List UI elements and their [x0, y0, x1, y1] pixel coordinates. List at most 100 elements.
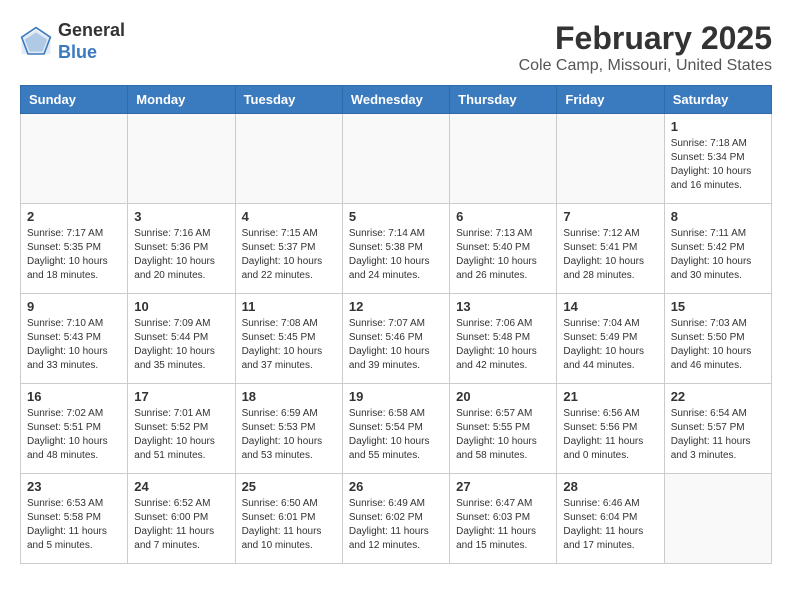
- calendar-day-cell: [557, 114, 664, 204]
- calendar-subtitle: Cole Camp, Missouri, United States: [519, 57, 772, 75]
- day-info: Sunrise: 6:58 AM Sunset: 5:54 PM Dayligh…: [349, 407, 443, 463]
- calendar-day-cell: 10Sunrise: 7:09 AM Sunset: 5:44 PM Dayli…: [128, 294, 235, 384]
- calendar-week-row: 2 Sunrise: 7:17 AM Sunset: 5:35 PM Daylig…: [21, 204, 772, 294]
- calendar-day-cell: [235, 114, 342, 204]
- day-info: Sunrise: 7:14 AM Sunset: 5:38 PM Dayligh…: [349, 227, 443, 283]
- calendar-header-row: SundayMondayTuesdayWednesdayThursdayFrid…: [21, 86, 772, 114]
- day-info: Sunrise: 7:18 AM Sunset: 5:34 PM Dayligh…: [671, 137, 765, 193]
- calendar-day-cell: 21 Sunrise: 6:56 AM Sunset: 5:56 PM Dayli…: [557, 384, 664, 474]
- day-number: 6: [456, 209, 550, 224]
- day-info: Sunrise: 7:15 AM Sunset: 5:37 PM Dayligh…: [242, 227, 336, 283]
- day-number: 11: [242, 299, 336, 314]
- calendar-day-cell: [21, 114, 128, 204]
- day-number: 22: [671, 389, 765, 404]
- calendar-day-cell: 16 Sunrise: 7:02 AM Sunset: 5:51 PM Dayli…: [21, 384, 128, 474]
- title-block: February 2025 Cole Camp, Missouri, Unite…: [519, 20, 772, 75]
- calendar-day-cell: 3 Sunrise: 7:16 AM Sunset: 5:36 PM Daylig…: [128, 204, 235, 294]
- day-number: 14: [563, 299, 657, 314]
- calendar-day-cell: [450, 114, 557, 204]
- calendar-day-cell: 15 Sunrise: 7:03 AM Sunset: 5:50 PM Dayli…: [664, 294, 771, 384]
- day-number: 24: [134, 479, 228, 494]
- logo-blue: Blue: [58, 42, 97, 62]
- calendar-week-row: 1 Sunrise: 7:18 AM Sunset: 5:34 PM Daylig…: [21, 114, 772, 204]
- calendar-day-cell: 25Sunrise: 6:50 AM Sunset: 6:01 PM Dayli…: [235, 474, 342, 564]
- day-number: 9: [27, 299, 121, 314]
- day-number: 1: [671, 119, 765, 134]
- day-info: Sunrise: 7:03 AM Sunset: 5:50 PM Dayligh…: [671, 317, 765, 373]
- weekday-header: Sunday: [21, 86, 128, 114]
- calendar-day-cell: [128, 114, 235, 204]
- day-number: 2: [27, 209, 121, 224]
- calendar-day-cell: 11 Sunrise: 7:08 AM Sunset: 5:45 PM Dayli…: [235, 294, 342, 384]
- calendar-day-cell: [664, 474, 771, 564]
- day-info: Sunrise: 7:08 AM Sunset: 5:45 PM Dayligh…: [242, 317, 336, 373]
- calendar-week-row: 23 Sunrise: 6:53 AM Sunset: 5:58 PM Dayli…: [21, 474, 772, 564]
- day-info: Sunrise: 7:16 AM Sunset: 5:36 PM Dayligh…: [134, 227, 228, 283]
- page-header: General Blue February 2025 Cole Camp, Mi…: [20, 20, 772, 75]
- day-info: Sunrise: 6:50 AM Sunset: 6:01 PM Dayligh…: [242, 497, 336, 553]
- calendar-day-cell: 13 Sunrise: 7:06 AM Sunset: 5:48 PM Dayli…: [450, 294, 557, 384]
- day-info: Sunrise: 7:07 AM Sunset: 5:46 PM Dayligh…: [349, 317, 443, 373]
- day-number: 23: [27, 479, 121, 494]
- day-number: 16: [27, 389, 121, 404]
- calendar-day-cell: [342, 114, 449, 204]
- calendar-day-cell: 28 Sunrise: 6:46 AM Sunset: 6:04 PM Dayli…: [557, 474, 664, 564]
- calendar-day-cell: 5 Sunrise: 7:14 AM Sunset: 5:38 PM Daylig…: [342, 204, 449, 294]
- day-info: Sunrise: 7:04 AM Sunset: 5:49 PM Dayligh…: [563, 317, 657, 373]
- calendar-day-cell: 4 Sunrise: 7:15 AM Sunset: 5:37 PM Daylig…: [235, 204, 342, 294]
- day-info: Sunrise: 6:54 AM Sunset: 5:57 PM Dayligh…: [671, 407, 765, 463]
- logo: General Blue: [20, 20, 125, 63]
- weekday-header: Friday: [557, 86, 664, 114]
- day-number: 10: [134, 299, 228, 314]
- day-number: 5: [349, 209, 443, 224]
- day-info: Sunrise: 6:53 AM Sunset: 5:58 PM Dayligh…: [27, 497, 121, 553]
- day-number: 28: [563, 479, 657, 494]
- day-info: Sunrise: 7:06 AM Sunset: 5:48 PM Dayligh…: [456, 317, 550, 373]
- calendar-day-cell: 23 Sunrise: 6:53 AM Sunset: 5:58 PM Dayli…: [21, 474, 128, 564]
- logo-general: General: [58, 20, 125, 40]
- calendar-day-cell: 22 Sunrise: 6:54 AM Sunset: 5:57 PM Dayli…: [664, 384, 771, 474]
- logo-icon: [20, 26, 52, 58]
- calendar-day-cell: 7 Sunrise: 7:12 AM Sunset: 5:41 PM Daylig…: [557, 204, 664, 294]
- calendar-day-cell: 9 Sunrise: 7:10 AM Sunset: 5:43 PM Daylig…: [21, 294, 128, 384]
- day-info: Sunrise: 6:52 AM Sunset: 6:00 PM Dayligh…: [134, 497, 228, 553]
- day-info: Sunrise: 6:46 AM Sunset: 6:04 PM Dayligh…: [563, 497, 657, 553]
- day-info: Sunrise: 7:10 AM Sunset: 5:43 PM Dayligh…: [27, 317, 121, 373]
- day-info: Sunrise: 7:12 AM Sunset: 5:41 PM Dayligh…: [563, 227, 657, 283]
- day-number: 8: [671, 209, 765, 224]
- day-number: 26: [349, 479, 443, 494]
- calendar-table: SundayMondayTuesdayWednesdayThursdayFrid…: [20, 85, 772, 564]
- weekday-header: Saturday: [664, 86, 771, 114]
- day-info: Sunrise: 7:11 AM Sunset: 5:42 PM Dayligh…: [671, 227, 765, 283]
- calendar-day-cell: 26 Sunrise: 6:49 AM Sunset: 6:02 PM Dayli…: [342, 474, 449, 564]
- weekday-header: Monday: [128, 86, 235, 114]
- calendar-day-cell: 14 Sunrise: 7:04 AM Sunset: 5:49 PM Dayli…: [557, 294, 664, 384]
- day-info: Sunrise: 7:02 AM Sunset: 5:51 PM Dayligh…: [27, 407, 121, 463]
- calendar-day-cell: 18Sunrise: 6:59 AM Sunset: 5:53 PM Dayli…: [235, 384, 342, 474]
- calendar-day-cell: 12 Sunrise: 7:07 AM Sunset: 5:46 PM Dayli…: [342, 294, 449, 384]
- weekday-header: Tuesday: [235, 86, 342, 114]
- day-number: 19: [349, 389, 443, 404]
- calendar-day-cell: 8 Sunrise: 7:11 AM Sunset: 5:42 PM Daylig…: [664, 204, 771, 294]
- calendar-day-cell: 17 Sunrise: 7:01 AM Sunset: 5:52 PM Dayli…: [128, 384, 235, 474]
- calendar-day-cell: 6 Sunrise: 7:13 AM Sunset: 5:40 PM Daylig…: [450, 204, 557, 294]
- day-info: Sunrise: 6:49 AM Sunset: 6:02 PM Dayligh…: [349, 497, 443, 553]
- day-number: 15: [671, 299, 765, 314]
- logo-text: General Blue: [58, 20, 125, 63]
- day-info: Sunrise: 7:13 AM Sunset: 5:40 PM Dayligh…: [456, 227, 550, 283]
- calendar-day-cell: 2 Sunrise: 7:17 AM Sunset: 5:35 PM Daylig…: [21, 204, 128, 294]
- day-number: 3: [134, 209, 228, 224]
- day-number: 17: [134, 389, 228, 404]
- calendar-week-row: 16 Sunrise: 7:02 AM Sunset: 5:51 PM Dayli…: [21, 384, 772, 474]
- day-number: 21: [563, 389, 657, 404]
- calendar-day-cell: 24 Sunrise: 6:52 AM Sunset: 6:00 PM Dayli…: [128, 474, 235, 564]
- day-info: Sunrise: 6:57 AM Sunset: 5:55 PM Dayligh…: [456, 407, 550, 463]
- day-info: Sunrise: 7:01 AM Sunset: 5:52 PM Dayligh…: [134, 407, 228, 463]
- weekday-header: Wednesday: [342, 86, 449, 114]
- day-info: Sunrise: 7:17 AM Sunset: 5:35 PM Dayligh…: [27, 227, 121, 283]
- day-info: Sunrise: 6:56 AM Sunset: 5:56 PM Dayligh…: [563, 407, 657, 463]
- day-number: 7: [563, 209, 657, 224]
- day-number: 12: [349, 299, 443, 314]
- day-number: 4: [242, 209, 336, 224]
- day-number: 13: [456, 299, 550, 314]
